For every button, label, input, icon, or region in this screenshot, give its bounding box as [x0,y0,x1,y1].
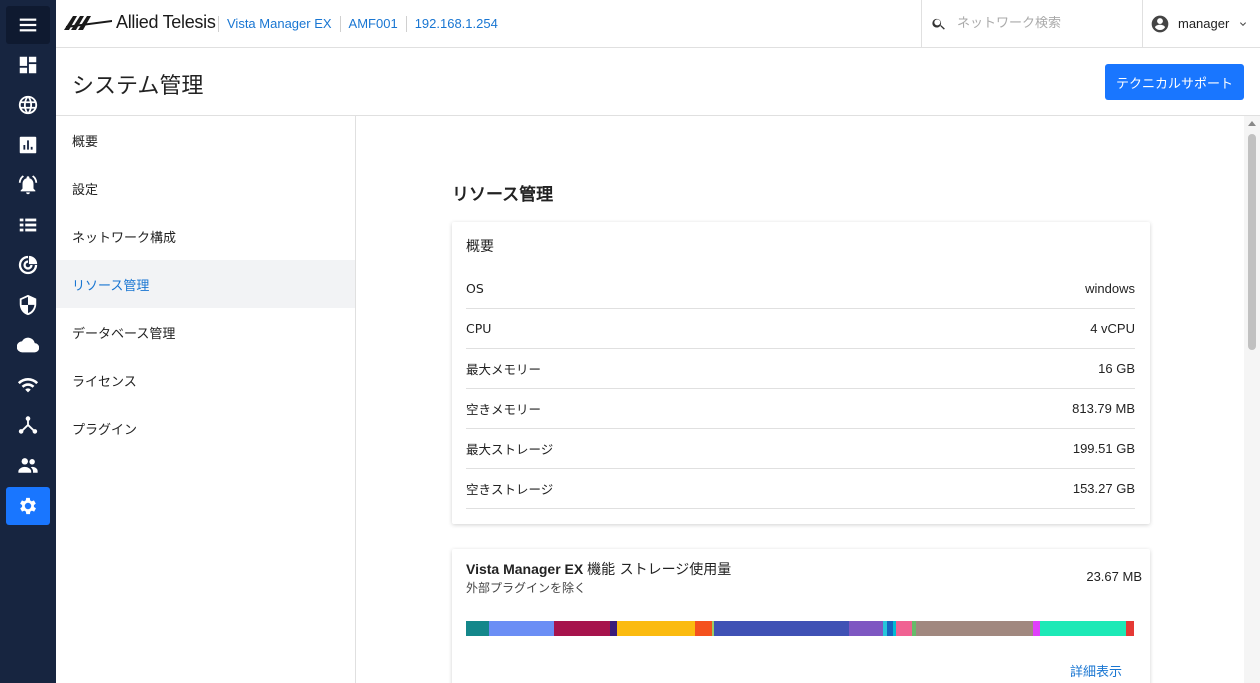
overview-card-title: 概要 [466,239,494,255]
search-icon [932,18,945,30]
rail-users[interactable] [6,446,50,484]
breadcrumb-area[interactable]: AMF001 [339,16,406,32]
network-search [921,0,1143,47]
storage-usage-total: 23.67 MB [1086,569,1142,584]
username: manager [1178,16,1230,31]
info-value: 813.79 MB [1072,401,1135,416]
subnav-item-network-config[interactable]: ネットワーク構成 [56,212,355,260]
rail-device-list[interactable] [6,206,50,244]
info-label: 空きストレージ [466,482,554,497]
cloud-icon [17,337,39,353]
page-header: システム管理 テクニカルサポート [56,48,1260,116]
storage-segment[interactable] [553,621,610,636]
storage-segment[interactable] [609,621,617,636]
radar-icon [18,255,38,275]
network-search-input[interactable] [957,16,1137,31]
analytics-icon [19,136,37,154]
subnav-item-database-management[interactable]: データベース管理 [56,308,355,356]
info-row-cpu: CPU 4 vCPU [466,309,1135,349]
list-icon [19,218,37,232]
people-icon [18,458,38,473]
scroll-up-arrow-icon[interactable] [1248,121,1256,126]
info-row-os: OS windows [466,269,1135,309]
subnav-item-resource-management[interactable]: リソース管理 [56,260,355,308]
info-label: OS [466,281,484,296]
section-title: リソース管理 [452,185,554,205]
rail-radar[interactable] [6,246,50,284]
account-circle-icon [1151,15,1169,32]
menu-button[interactable] [6,6,50,44]
page-title: システム管理 [72,74,204,99]
breadcrumb-ip-address[interactable]: 192.168.1.254 [405,16,506,32]
rail-network-map[interactable] [6,86,50,124]
subnav-item-plugins[interactable]: プラグイン [56,404,355,452]
info-row-max-storage: 最大ストレージ 199.51 GB [466,429,1135,469]
globe-icon [18,95,38,115]
wifi-icon [17,378,39,393]
storage-segment[interactable] [1033,621,1040,636]
info-label: 空きメモリー [466,402,542,417]
info-row-free-memory: 空きメモリー 813.79 MB [466,389,1135,429]
info-label: 最大ストレージ [466,442,554,457]
storage-usage-subtitle: 外部プラグインを除く [466,581,587,595]
breadcrumb: Vista Manager EX AMF001 192.168.1.254 [218,0,506,48]
storage-segment[interactable] [1039,621,1126,636]
storage-usage-bar[interactable] [466,621,1134,636]
rail-topology[interactable] [6,406,50,444]
rail-cloud[interactable] [6,326,50,364]
storage-usage-card: Vista Manager EX 機能 ストレージ使用量 外部プラグインを除く … [452,549,1150,683]
technical-support-button[interactable]: テクニカルサポート [1105,64,1244,100]
storage-segment[interactable] [848,621,883,636]
storage-segment[interactable] [916,621,1034,636]
chevron-down-icon [1240,21,1247,26]
rail-system-settings[interactable] [6,487,50,525]
storage-usage-title: Vista Manager EX 機能 ストレージ使用量 [466,559,731,579]
info-value: 199.51 GB [1072,441,1135,456]
info-value: windows [1085,281,1135,296]
storage-segment[interactable] [489,621,554,636]
storage-segment[interactable] [896,621,913,636]
content-scrollbar[interactable] [1244,116,1260,683]
storage-segment[interactable] [466,621,490,636]
settings-gear-icon [20,497,36,515]
app-rail [0,0,56,683]
info-row-max-memory: 最大メモリー 16 GB [466,349,1135,389]
info-value: 16 GB [1098,361,1135,376]
info-label: CPU [466,321,492,336]
scrollbar-thumb[interactable] [1248,134,1256,350]
rail-analytics[interactable] [6,126,50,164]
security-shield-icon [19,294,37,316]
storage-segment[interactable] [1125,621,1134,636]
subnav-item-settings[interactable]: 設定 [56,164,355,212]
alarm-bell-icon [18,175,38,195]
rail-wireless[interactable] [6,366,50,404]
brand-name: Allied Telesis [116,11,216,32]
info-value: 153.27 GB [1072,481,1135,496]
brand-logo[interactable]: Allied Telesis [64,9,216,35]
subnav-item-overview[interactable]: 概要 [56,116,355,164]
subnav-item-license[interactable]: ライセンス [56,356,355,404]
rail-security[interactable] [6,286,50,324]
dashboard-icon [19,56,37,74]
storage-segment[interactable] [713,621,849,636]
menu-icon [19,18,37,32]
system-admin-subnav: 概要 設定 ネットワーク構成 リソース管理 データベース管理 ライセンス プラグ… [56,116,356,683]
show-details-link[interactable]: 詳細表示 [1070,661,1122,680]
storage-segment[interactable] [695,621,712,636]
rail-alarms[interactable] [6,166,50,204]
rail-dashboard[interactable] [6,46,50,84]
user-menu[interactable]: manager [1150,0,1249,47]
main-content: リソース管理 概要 OS windows CPU 4 vCPU 最大メモリー 1… [356,116,1244,683]
storage-title-product: Vista Manager EX [466,561,584,577]
top-bar: Allied Telesis Vista Manager EX AMF001 1… [56,0,1260,48]
info-row-free-storage: 空きストレージ 153.27 GB [466,469,1135,509]
info-value: 4 vCPU [1090,321,1135,336]
overview-card: 概要 OS windows CPU 4 vCPU 最大メモリー 16 GB 空き… [452,222,1150,524]
breadcrumb-product[interactable]: Vista Manager EX [218,16,340,32]
storage-title-text: 機能 ストレージ使用量 [587,562,732,578]
info-label: 最大メモリー [466,362,542,377]
allied-telesis-logo-mark-icon [64,16,112,30]
topology-icon [18,416,38,434]
storage-segment[interactable] [616,621,696,636]
